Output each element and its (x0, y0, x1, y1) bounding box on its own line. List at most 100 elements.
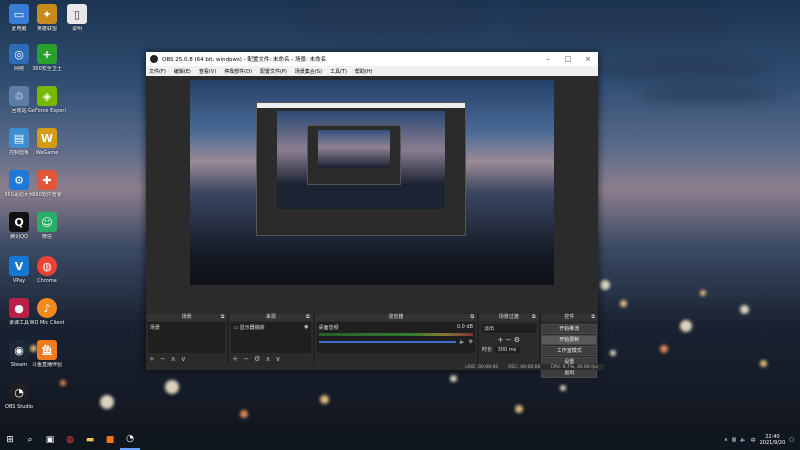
obs-titlebar[interactable]: OBS 25.0.8 (64 bit, windows) - 配置文件: 未命名… (146, 52, 598, 66)
folder-icon: ▬ (85, 435, 95, 445)
clock[interactable]: 22:40 2021/9/20 (760, 434, 786, 446)
security-icon: + (37, 44, 57, 64)
search-button[interactable]: ⌕ (20, 430, 40, 450)
desktop-icon[interactable]: W WeGame (28, 128, 66, 156)
mic-icon: ♪ (37, 298, 57, 318)
taskbar-explorer[interactable]: ▬ (80, 430, 100, 450)
desktop-icon[interactable]: ◍ Chrome (28, 256, 66, 284)
eye-icon[interactable]: ◉ (304, 324, 308, 330)
move-up-icon[interactable]: ∧ (171, 355, 176, 363)
studio-mode-button[interactable]: 工作室模式 (541, 346, 598, 356)
move-down-icon[interactable]: ∨ (275, 355, 280, 363)
volume-icon[interactable]: 🔈 (740, 437, 746, 443)
gear-icon[interactable]: ⚙ (469, 339, 473, 345)
scenes-title: 场景 (181, 314, 192, 320)
city-light (600, 280, 610, 290)
city-light (620, 300, 627, 307)
duration-input[interactable]: 300 ms (493, 347, 521, 353)
minimize-button[interactable]: – (538, 55, 558, 63)
driver-icon: ⚙ (9, 170, 29, 190)
desktop-icon[interactable]: ☺ 微信 (28, 212, 66, 240)
start-streaming-button[interactable]: 开始推流 (541, 324, 598, 334)
add-icon[interactable]: + (149, 355, 155, 363)
dock-area: 场景 ⧉ 场景 + − ∧ ∨ 来源 ⧉ ▭ 显示器捕获 ◉ + − ⚙ ∧ ∨ 混音器 ⧉ 桌面音… (146, 314, 598, 378)
desktop-icon[interactable]: ♪ WO Mic Client (28, 298, 66, 326)
taskbar-douyu[interactable]: ■ (100, 430, 120, 450)
nested-obs-capture-2 (307, 125, 401, 185)
start-recording-button[interactable]: 开始录制 (541, 335, 598, 345)
obs-icon (150, 55, 158, 63)
scenes-list[interactable]: 场景 (148, 322, 226, 353)
undock-icon[interactable]: ⧉ (532, 314, 536, 321)
move-up-icon[interactable]: ∧ (265, 355, 270, 363)
desktop-icon[interactable]: 鱼斗鱼直播伴侣 (28, 340, 66, 368)
obs-icon: ◔ (9, 382, 29, 402)
controls-title: 控件 (564, 314, 575, 320)
chevron-up-icon[interactable]: ∧ (724, 437, 728, 443)
desktop-icon[interactable]: ◔ OBS Studio (0, 382, 38, 410)
network-icon: ◎ (9, 44, 29, 64)
taskbar-obs[interactable]: ◔ (120, 430, 140, 450)
task-view-button[interactable]: ▣ (40, 430, 60, 450)
speaker-icon[interactable]: 🔈 (459, 339, 465, 345)
notifications-icon[interactable]: ▢ (789, 437, 794, 443)
menu-tools[interactable]: 工具(T) (330, 68, 347, 75)
menu-view[interactable]: 查看(V) (199, 68, 216, 75)
volume-slider[interactable] (318, 341, 457, 343)
remove-icon[interactable]: − (506, 336, 512, 344)
transition-select[interactable]: 淡出 (482, 324, 536, 333)
desktop-icon[interactable]: ✚ 360软件管家 (28, 170, 66, 198)
window-title: OBS 25.0.8 (64 bit, windows) - 配置文件: 未命名… (162, 57, 327, 63)
menu-file[interactable]: 文件(F) (149, 68, 166, 75)
undock-icon[interactable]: ⧉ (470, 314, 474, 321)
gear-icon[interactable]: ⚙ (514, 336, 520, 344)
sources-list[interactable]: ▭ 显示器捕获 ◉ (231, 322, 311, 353)
undock-icon[interactable]: ⧉ (591, 314, 595, 321)
wegame-icon: W (37, 128, 57, 148)
start-button[interactable]: ⊞ (0, 430, 20, 450)
preview-canvas[interactable] (190, 80, 554, 285)
maximize-button[interactable]: □ (558, 55, 578, 63)
taskbar: ⊞ ⌕ ▣ ◍ ▬ ■ ◔ ∧ ▥ 🔈 中 22:40 2021/9/20 ▢ (0, 430, 800, 450)
source-item[interactable]: 显示器捕获 (240, 325, 265, 331)
desktop-icon[interactable]: ▯ 说明 (58, 4, 96, 32)
transitions-title: 场景过渡 (498, 314, 519, 320)
remove-icon[interactable]: − (160, 355, 166, 363)
mixer-dock: 混音器 ⧉ 桌面音频 0.0 dB 🔈 ⚙ (314, 314, 478, 364)
steam-icon: ◉ (9, 340, 29, 360)
close-button[interactable]: × (578, 55, 598, 63)
obs-window[interactable]: OBS 25.0.8 (64 bit, windows) - 配置文件: 未命名… (146, 52, 604, 378)
menu-edit[interactable]: 编辑(E) (174, 68, 191, 75)
windows-icon: ⊞ (6, 435, 14, 445)
undock-icon[interactable]: ⧉ (221, 314, 225, 321)
transitions-dock: 场景过渡 ⧉ 淡出 + − ⚙ 时长 300 ms (479, 314, 539, 364)
wechat-icon: ☺ (37, 212, 57, 232)
menu-help[interactable]: 帮助(H) (355, 68, 373, 75)
douyu-icon: ■ (105, 435, 115, 445)
desktop-icon[interactable]: +360安全卫士 (28, 44, 66, 72)
clock-date: 2021/9/20 (759, 440, 786, 446)
scene-item[interactable]: 场景 (150, 325, 160, 331)
undock-icon[interactable]: ⧉ (306, 314, 310, 321)
search-icon: ⌕ (27, 435, 33, 445)
ime-icon[interactable]: 中 (751, 437, 756, 444)
preview-area[interactable] (146, 76, 598, 338)
nested-preview-2 (318, 130, 390, 168)
move-down-icon[interactable]: ∨ (181, 355, 186, 363)
city-light (610, 350, 616, 356)
gear-icon[interactable]: ⚙ (254, 355, 260, 363)
network-icon[interactable]: ▥ (732, 437, 737, 443)
add-icon[interactable]: + (498, 336, 504, 344)
mixer-body: 桌面音频 0.0 dB 🔈 ⚙ (316, 322, 476, 353)
track-name: 桌面音频 (318, 325, 339, 331)
desktop-icon[interactable]: ◈GeForce Experience (28, 86, 66, 114)
menu-profile[interactable]: 配置文件(P) (260, 68, 287, 75)
remove-icon[interactable]: − (243, 355, 249, 363)
menu-scene-collection[interactable]: 场景集合(S) (295, 68, 322, 75)
city-light (700, 290, 706, 296)
menu-docks[interactable]: 停靠部件(D) (224, 68, 252, 75)
taskbar-chrome[interactable]: ◍ (60, 430, 80, 450)
live-status: LIVE: 00:00:00 (465, 364, 499, 370)
add-icon[interactable]: + (232, 355, 238, 363)
cloud (600, 55, 770, 80)
